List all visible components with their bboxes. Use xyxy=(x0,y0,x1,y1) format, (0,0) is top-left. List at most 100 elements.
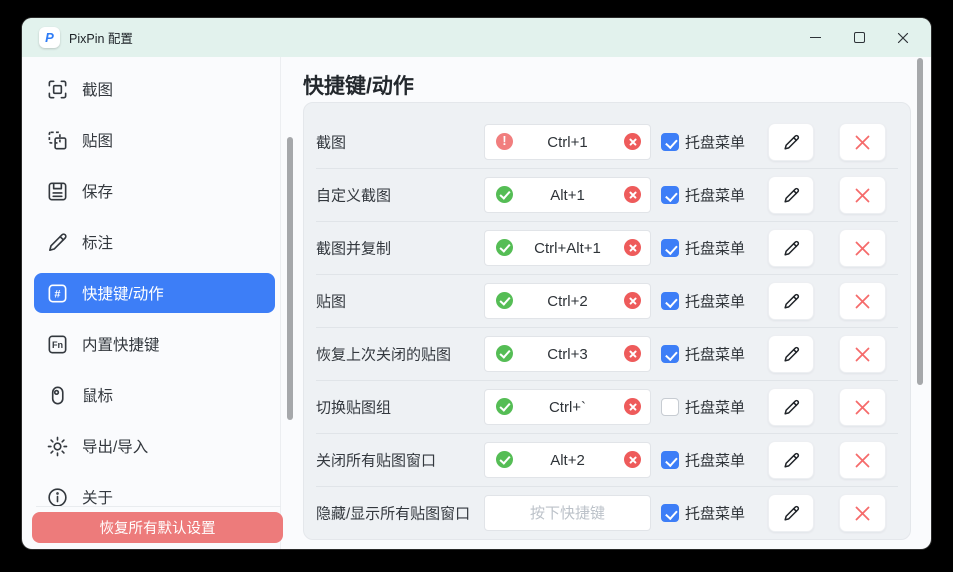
hotkey-row: 关闭所有贴图窗口 托盘菜单 xyxy=(316,434,898,487)
pencil-icon xyxy=(782,398,801,417)
tray-menu-checkbox[interactable] xyxy=(661,345,679,363)
sidebar-item-hotkeys-actions[interactable]: # 快捷键/动作 xyxy=(34,273,275,313)
delete-x-icon xyxy=(854,187,871,204)
hotkey-row: 自定义截图 托盘菜单 xyxy=(316,169,898,222)
edit-hotkey-button[interactable] xyxy=(768,176,814,214)
delete-hotkey-button[interactable] xyxy=(839,229,886,267)
pin-image-icon xyxy=(46,129,69,152)
edit-hotkey-button[interactable] xyxy=(768,282,814,320)
sidebar-item-label: 贴图 xyxy=(82,129,113,151)
close-button[interactable] xyxy=(881,18,925,57)
title-bar: P PixPin 配置 xyxy=(22,18,931,57)
pencil-icon xyxy=(46,231,69,254)
sidebar-item-annotate[interactable]: 标注 xyxy=(34,222,275,262)
sidebar-item-mouse[interactable]: 鼠标 xyxy=(34,375,275,415)
delete-hotkey-button[interactable] xyxy=(839,176,886,214)
tray-menu-label[interactable]: 托盘菜单 xyxy=(685,503,745,524)
sidebar-item-label: 标注 xyxy=(82,231,113,253)
sidebar-item-label: 快捷键/动作 xyxy=(82,282,164,304)
delete-hotkey-button[interactable] xyxy=(839,388,886,426)
hotkey-input-wrap xyxy=(484,177,651,213)
hotkey-input-wrap: ! xyxy=(484,124,651,160)
hotkey-row-label: 恢复上次关闭的贴图 xyxy=(316,344,451,365)
hotkey-icon: # xyxy=(46,282,69,305)
sidebar-nav: 截图 贴图 保存 标注 # 快捷键/动作 Fn 内置快捷键 鼠标 导出/导入 关… xyxy=(22,57,281,549)
svg-text:Fn: Fn xyxy=(52,339,63,349)
delete-hotkey-button[interactable] xyxy=(839,282,886,320)
clear-hotkey-icon[interactable] xyxy=(624,292,641,309)
sidebar-item-save[interactable]: 保存 xyxy=(34,171,275,211)
delete-hotkey-button[interactable] xyxy=(839,441,886,479)
hotkey-input-wrap xyxy=(484,230,651,266)
edit-hotkey-button[interactable] xyxy=(768,494,814,532)
hotkey-input[interactable] xyxy=(485,496,650,530)
tray-menu-label[interactable]: 托盘菜单 xyxy=(685,397,745,418)
clear-hotkey-icon[interactable] xyxy=(624,186,641,203)
clear-hotkey-icon[interactable] xyxy=(624,345,641,362)
sidebar-item-label: 鼠标 xyxy=(82,384,113,406)
edit-hotkey-button[interactable] xyxy=(768,229,814,267)
tray-menu-checkbox[interactable] xyxy=(661,398,679,416)
hotkey-row: 截图并复制 托盘菜单 xyxy=(316,222,898,275)
sidebar-item-export-import[interactable]: 导出/导入 xyxy=(34,426,275,466)
tray-menu-label[interactable]: 托盘菜单 xyxy=(685,185,745,206)
sidebar-item-builtin-hotkeys[interactable]: Fn 内置快捷键 xyxy=(34,324,275,364)
hotkey-list-panel: 截图 ! 托盘菜单 自定义截图 托盘菜单 xyxy=(303,102,911,540)
edit-hotkey-button[interactable] xyxy=(768,123,814,161)
fn-icon: Fn xyxy=(46,333,69,356)
hotkey-input-wrap xyxy=(484,336,651,372)
hotkey-row: 切换贴图组 托盘菜单 xyxy=(316,381,898,434)
delete-x-icon xyxy=(854,134,871,151)
sidebar-item-about[interactable]: 关于 xyxy=(34,477,275,517)
tray-menu-checkbox[interactable] xyxy=(661,451,679,469)
hotkey-row: 贴图 托盘菜单 xyxy=(316,275,898,328)
window-title: PixPin 配置 xyxy=(69,28,133,47)
pencil-icon xyxy=(782,345,801,364)
sidebar-item-screenshot[interactable]: 截图 xyxy=(34,69,275,109)
maximize-button[interactable] xyxy=(837,18,881,57)
pencil-icon xyxy=(782,186,801,205)
hotkey-input-wrap xyxy=(484,495,651,531)
delete-x-icon xyxy=(854,346,871,363)
capture-frame-icon xyxy=(46,78,69,101)
sidebar-scrollbar[interactable] xyxy=(287,137,293,420)
tray-menu-checkbox[interactable] xyxy=(661,504,679,522)
tray-menu-checkbox[interactable] xyxy=(661,186,679,204)
tray-menu-label[interactable]: 托盘菜单 xyxy=(685,344,745,365)
hotkey-row-label: 隐藏/显示所有贴图窗口 xyxy=(316,503,470,524)
hotkey-row-label: 贴图 xyxy=(316,291,346,312)
pencil-icon xyxy=(782,451,801,470)
hotkey-input-wrap xyxy=(484,283,651,319)
restore-defaults-button[interactable]: 恢复所有默认设置 xyxy=(32,512,283,543)
sidebar-item-label: 保存 xyxy=(82,180,113,202)
delete-hotkey-button[interactable] xyxy=(839,123,886,161)
hotkey-row-label: 截图并复制 xyxy=(316,238,391,259)
mouse-icon xyxy=(46,384,69,407)
edit-hotkey-button[interactable] xyxy=(768,388,814,426)
pencil-icon xyxy=(782,239,801,258)
tray-menu-label[interactable]: 托盘菜单 xyxy=(685,238,745,259)
clear-hotkey-icon[interactable] xyxy=(624,451,641,468)
tray-menu-checkbox[interactable] xyxy=(661,292,679,310)
delete-hotkey-button[interactable] xyxy=(839,494,886,532)
tray-menu-checkbox[interactable] xyxy=(661,133,679,151)
clear-hotkey-icon[interactable] xyxy=(624,398,641,415)
hotkey-row: 恢复上次关闭的贴图 托盘菜单 xyxy=(316,328,898,381)
sidebar-item-label: 截图 xyxy=(82,78,113,100)
gear-icon xyxy=(46,435,69,458)
sidebar-item-pin-image[interactable]: 贴图 xyxy=(34,120,275,160)
pixpin-logo-icon: P xyxy=(39,27,60,48)
window-controls xyxy=(793,18,925,57)
minimize-button[interactable] xyxy=(793,18,837,57)
clear-hotkey-icon[interactable] xyxy=(624,133,641,150)
tray-menu-checkbox[interactable] xyxy=(661,239,679,257)
edit-hotkey-button[interactable] xyxy=(768,441,814,479)
tray-menu-label[interactable]: 托盘菜单 xyxy=(685,132,745,153)
delete-hotkey-button[interactable] xyxy=(839,335,886,373)
tray-menu-label[interactable]: 托盘菜单 xyxy=(685,450,745,471)
page-title: 快捷键/动作 xyxy=(303,70,414,100)
edit-hotkey-button[interactable] xyxy=(768,335,814,373)
main-scrollbar[interactable] xyxy=(917,58,923,385)
clear-hotkey-icon[interactable] xyxy=(624,239,641,256)
tray-menu-label[interactable]: 托盘菜单 xyxy=(685,291,745,312)
